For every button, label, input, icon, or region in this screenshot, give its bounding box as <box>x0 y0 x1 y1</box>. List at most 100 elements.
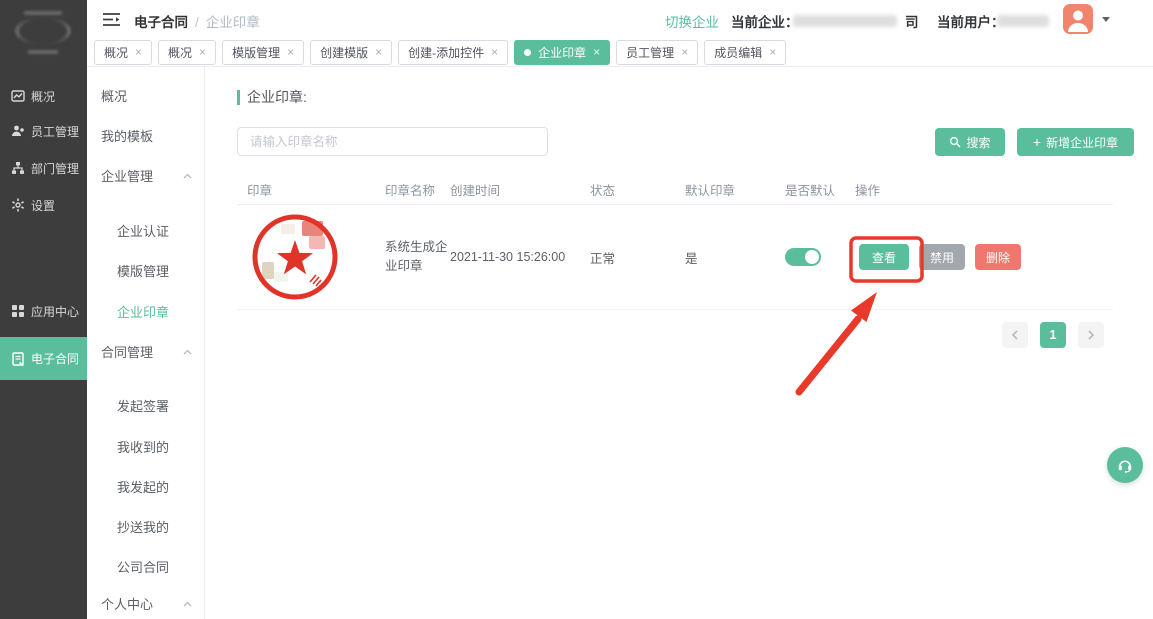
tab-company-seal-active[interactable]: 企业印章 × <box>514 40 610 65</box>
submenu-item-company-management[interactable]: 企业管理 <box>87 157 204 197</box>
submenu-label: 企业印章 <box>117 305 169 320</box>
tab-overview-1[interactable]: 概况 × <box>94 40 152 65</box>
plus-icon: + <box>1033 135 1041 149</box>
close-icon[interactable]: × <box>491 45 498 59</box>
submenu-item-company-certification[interactable]: 企业认证 <box>87 212 204 252</box>
submenu-item-personal-center[interactable]: 个人中心 <box>87 585 204 619</box>
submenu-item-overview[interactable]: 概况 <box>87 77 204 117</box>
tab-label: 概况 <box>104 44 128 61</box>
view-button[interactable]: 查看 <box>859 244 909 270</box>
submenu-item-initiate-signing[interactable]: 发起签署 <box>87 387 204 427</box>
tab-create-template[interactable]: 创建模版 × <box>310 40 392 65</box>
secondary-sidebar: 概况 我的模板 企业管理 企业认证 模版管理 企业印章 合同管理 发起签署 我收… <box>87 67 205 619</box>
logo-redacted-mark <box>24 8 62 14</box>
submenu-item-cc-to-me[interactable]: 抄送我的 <box>87 508 204 548</box>
sidebar-item-label: 员工管理 <box>31 123 79 140</box>
column-header-actions: 操作 <box>855 180 1113 199</box>
tab-overview-2[interactable]: 概况× <box>158 40 216 65</box>
sidebar-item-label: 设置 <box>31 197 55 214</box>
pagination: 1 <box>1002 322 1104 348</box>
seal-name-search-input[interactable] <box>237 127 548 156</box>
column-header-default-seal: 默认印章 <box>685 180 785 199</box>
disable-button[interactable]: 禁用 <box>919 244 965 270</box>
sidebar-item-label: 应用中心 <box>31 303 79 320</box>
tab-label: 模版管理 <box>232 44 280 61</box>
close-icon[interactable]: × <box>375 45 382 59</box>
cell-default-seal: 是 <box>685 248 785 267</box>
chevron-left-icon <box>1011 330 1019 340</box>
close-icon[interactable]: × <box>135 45 142 59</box>
search-icon <box>949 136 961 148</box>
app-logo <box>0 0 87 67</box>
submenu-item-contract-management[interactable]: 合同管理 <box>87 333 204 373</box>
close-icon[interactable]: × <box>681 45 688 59</box>
company-seal-image <box>250 212 340 302</box>
close-icon[interactable]: × <box>287 45 294 59</box>
sidebar-item-settings[interactable]: 设置 <box>0 187 87 223</box>
submenu-label: 我发起的 <box>117 480 169 495</box>
tab-label: 创建模版 <box>320 44 368 61</box>
page-title-text: 企业印章: <box>247 87 307 107</box>
page-title: 企业印章: <box>237 87 307 107</box>
logo-redacted-mark <box>16 18 70 44</box>
submenu-item-template-management[interactable]: 模版管理 <box>87 252 204 292</box>
pagination-prev-button[interactable] <box>1002 322 1028 348</box>
add-company-seal-button[interactable]: + 新增企业印章 <box>1017 128 1134 156</box>
tab-template-management[interactable]: 模版管理 × <box>222 40 304 65</box>
sidebar-item-employees[interactable]: 员工管理 <box>0 113 87 149</box>
submenu-label: 企业管理 <box>101 169 153 184</box>
column-header-created-time: 创建时间 <box>450 180 590 199</box>
delete-button[interactable]: 删除 <box>975 244 1021 270</box>
tab-label: 员工管理 <box>626 44 674 61</box>
submenu-label: 发起签署 <box>117 399 169 414</box>
tab-label: 成员编辑 <box>714 44 762 61</box>
cell-actions: 查看 禁用 删除 <box>855 244 1113 270</box>
breadcrumb-root[interactable]: 电子合同 <box>134 15 188 30</box>
close-icon[interactable]: × <box>199 45 206 59</box>
chevron-down-icon[interactable] <box>1102 17 1110 22</box>
tab-employee-management[interactable]: 员工管理 × <box>616 40 698 65</box>
company-name-suffix: 司 <box>905 11 919 31</box>
submenu-label: 个人中心 <box>101 597 153 612</box>
submenu-label: 公司合同 <box>117 560 169 575</box>
tab-member-edit[interactable]: 成员编辑 × <box>704 40 786 65</box>
tab-label: 企业印章 <box>538 44 586 61</box>
tab-create-add-controls[interactable]: 创建-添加控件× <box>398 40 508 65</box>
avatar[interactable] <box>1063 4 1093 34</box>
search-button-label: 搜索 <box>966 134 990 151</box>
chevron-up-icon <box>183 601 192 607</box>
sidebar-item-overview[interactable]: 概况 <box>0 78 87 114</box>
sidebar-item-departments[interactable]: 部门管理 <box>0 150 87 186</box>
sidebar-item-e-contract[interactable]: 电子合同 <box>0 337 87 380</box>
breadcrumb-current: 企业印章 <box>206 15 260 30</box>
chevron-up-icon <box>183 173 192 179</box>
search-button[interactable]: 搜索 <box>935 128 1005 156</box>
sidebar-item-app-center[interactable]: 应用中心 <box>0 293 87 329</box>
submenu-label: 概况 <box>101 89 127 104</box>
pagination-page-1[interactable]: 1 <box>1040 322 1066 348</box>
switch-company-link[interactable]: 切换企业 <box>665 11 719 31</box>
apps-icon <box>11 304 25 318</box>
default-toggle-on[interactable] <box>785 248 821 266</box>
logo-redacted-mark <box>28 48 58 53</box>
pagination-next-button[interactable] <box>1078 322 1104 348</box>
cell-seal-name: 系统生成企业印章 <box>385 240 448 273</box>
submenu-item-initiated[interactable]: 我发起的 <box>87 468 204 508</box>
submenu-label: 抄送我的 <box>117 520 169 535</box>
user-icon <box>1063 4 1093 34</box>
sidebar-item-label: 概况 <box>31 88 55 105</box>
submenu-item-company-seal[interactable]: 企业印章 <box>87 293 204 333</box>
submenu-item-received[interactable]: 我收到的 <box>87 428 204 468</box>
close-icon[interactable]: × <box>769 45 776 59</box>
overview-icon <box>11 89 25 103</box>
submenu-item-company-contracts[interactable]: 公司合同 <box>87 548 204 588</box>
customer-service-button[interactable] <box>1107 447 1143 483</box>
chevron-right-icon <box>1087 330 1095 340</box>
top-header: 电子合同/企业印章 切换企业 当前企业： 司 当前用户： <box>87 0 1153 38</box>
departments-icon <box>11 161 25 175</box>
contract-icon <box>11 352 25 366</box>
menu-fold-icon[interactable] <box>103 12 120 27</box>
primary-sidebar: 概况 员工管理 部门管理 设置 应用中心 电子合同 <box>0 0 87 619</box>
submenu-item-my-templates[interactable]: 我的模板 <box>87 117 204 157</box>
close-icon[interactable]: × <box>593 45 600 59</box>
